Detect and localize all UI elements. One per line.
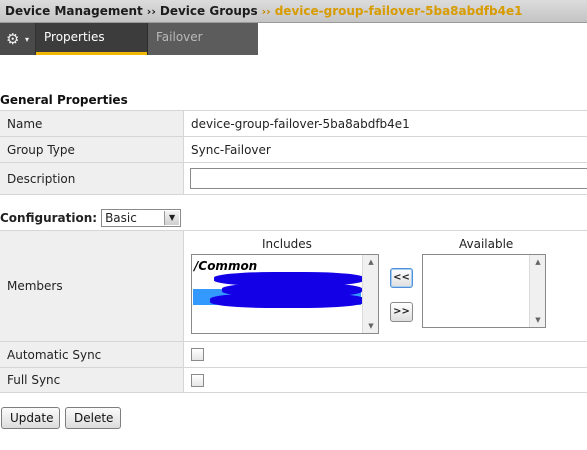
description-input[interactable] [190, 168, 587, 189]
scroll-up-icon[interactable]: ▲ [363, 255, 378, 269]
group-type-label: Group Type [0, 137, 184, 162]
tab-failover[interactable]: Failover [147, 23, 258, 55]
chevron-down-icon: ▾ [25, 35, 30, 44]
breadcrumb: Device Management ›› Device Groups ›› device… [0, 0, 587, 23]
update-button[interactable]: Update [1, 407, 60, 429]
tab-properties[interactable]: Properties [36, 23, 147, 55]
move-to-includes-button[interactable]: << [390, 268, 413, 288]
move-to-available-button[interactable]: >> [390, 302, 413, 322]
includes-group-label: /Common [194, 259, 258, 273]
section-title: General Properties [0, 93, 128, 107]
configuration-label: Configuration: [0, 211, 98, 225]
name-row: Name device-group-failover-5ba8abdfb4e1 [0, 110, 587, 136]
includes-scrollbar[interactable]: ▲ ▼ [362, 255, 378, 333]
scroll-up-icon[interactable]: ▲ [530, 255, 545, 269]
full-sync-label: Full Sync [0, 368, 184, 392]
configuration-selected-value: Basic [105, 211, 137, 225]
configuration-select[interactable]: Basic ▼ [101, 209, 182, 227]
gear-icon: ⚙ [6, 30, 20, 48]
redaction-mark [210, 293, 365, 308]
available-scrollbar[interactable]: ▲ ▼ [529, 255, 545, 327]
automatic-sync-row: Automatic Sync [0, 341, 587, 367]
members-label: Members [0, 231, 184, 341]
configuration-control: Configuration: Basic ▼ [0, 208, 182, 228]
description-label: Description [0, 163, 184, 194]
breadcrumb-device-groups[interactable]: Device Groups [160, 4, 258, 18]
breadcrumb-current: device-group-failover-5ba8abdfb4e1 [274, 4, 523, 18]
available-caption: Available [459, 237, 514, 251]
description-row: Description [0, 162, 587, 195]
name-value: device-group-failover-5ba8abdfb4e1 [191, 116, 410, 131]
breadcrumb-device-management[interactable]: Device Management [5, 4, 143, 18]
group-type-value: Sync-Failover [191, 142, 271, 157]
automatic-sync-label: Automatic Sync [0, 342, 184, 367]
full-sync-checkbox[interactable] [191, 374, 204, 387]
scroll-down-icon[interactable]: ▼ [530, 313, 545, 327]
breadcrumb-separator: ›› [146, 5, 156, 18]
scroll-down-icon[interactable]: ▼ [363, 319, 378, 333]
includes-caption: Includes [262, 237, 312, 251]
name-label: Name [0, 111, 184, 136]
full-sync-row: Full Sync [0, 367, 587, 393]
settings-menu-button[interactable]: ⚙ ▾ [0, 23, 36, 55]
available-listbox[interactable]: ▲ ▼ [422, 254, 546, 328]
delete-button[interactable]: Delete [65, 407, 121, 429]
breadcrumb-separator: ›› [261, 5, 271, 18]
group-type-row: Group Type Sync-Failover [0, 136, 587, 162]
tabs-container: ⚙ ▾ Properties Failover [0, 23, 258, 55]
automatic-sync-checkbox[interactable] [191, 348, 204, 361]
chevron-down-icon: ▼ [164, 211, 180, 225]
tab-bar: ⚙ ▾ Properties Failover [0, 23, 587, 56]
includes-listbox[interactable]: /Common ▲ ▼ [191, 254, 379, 334]
